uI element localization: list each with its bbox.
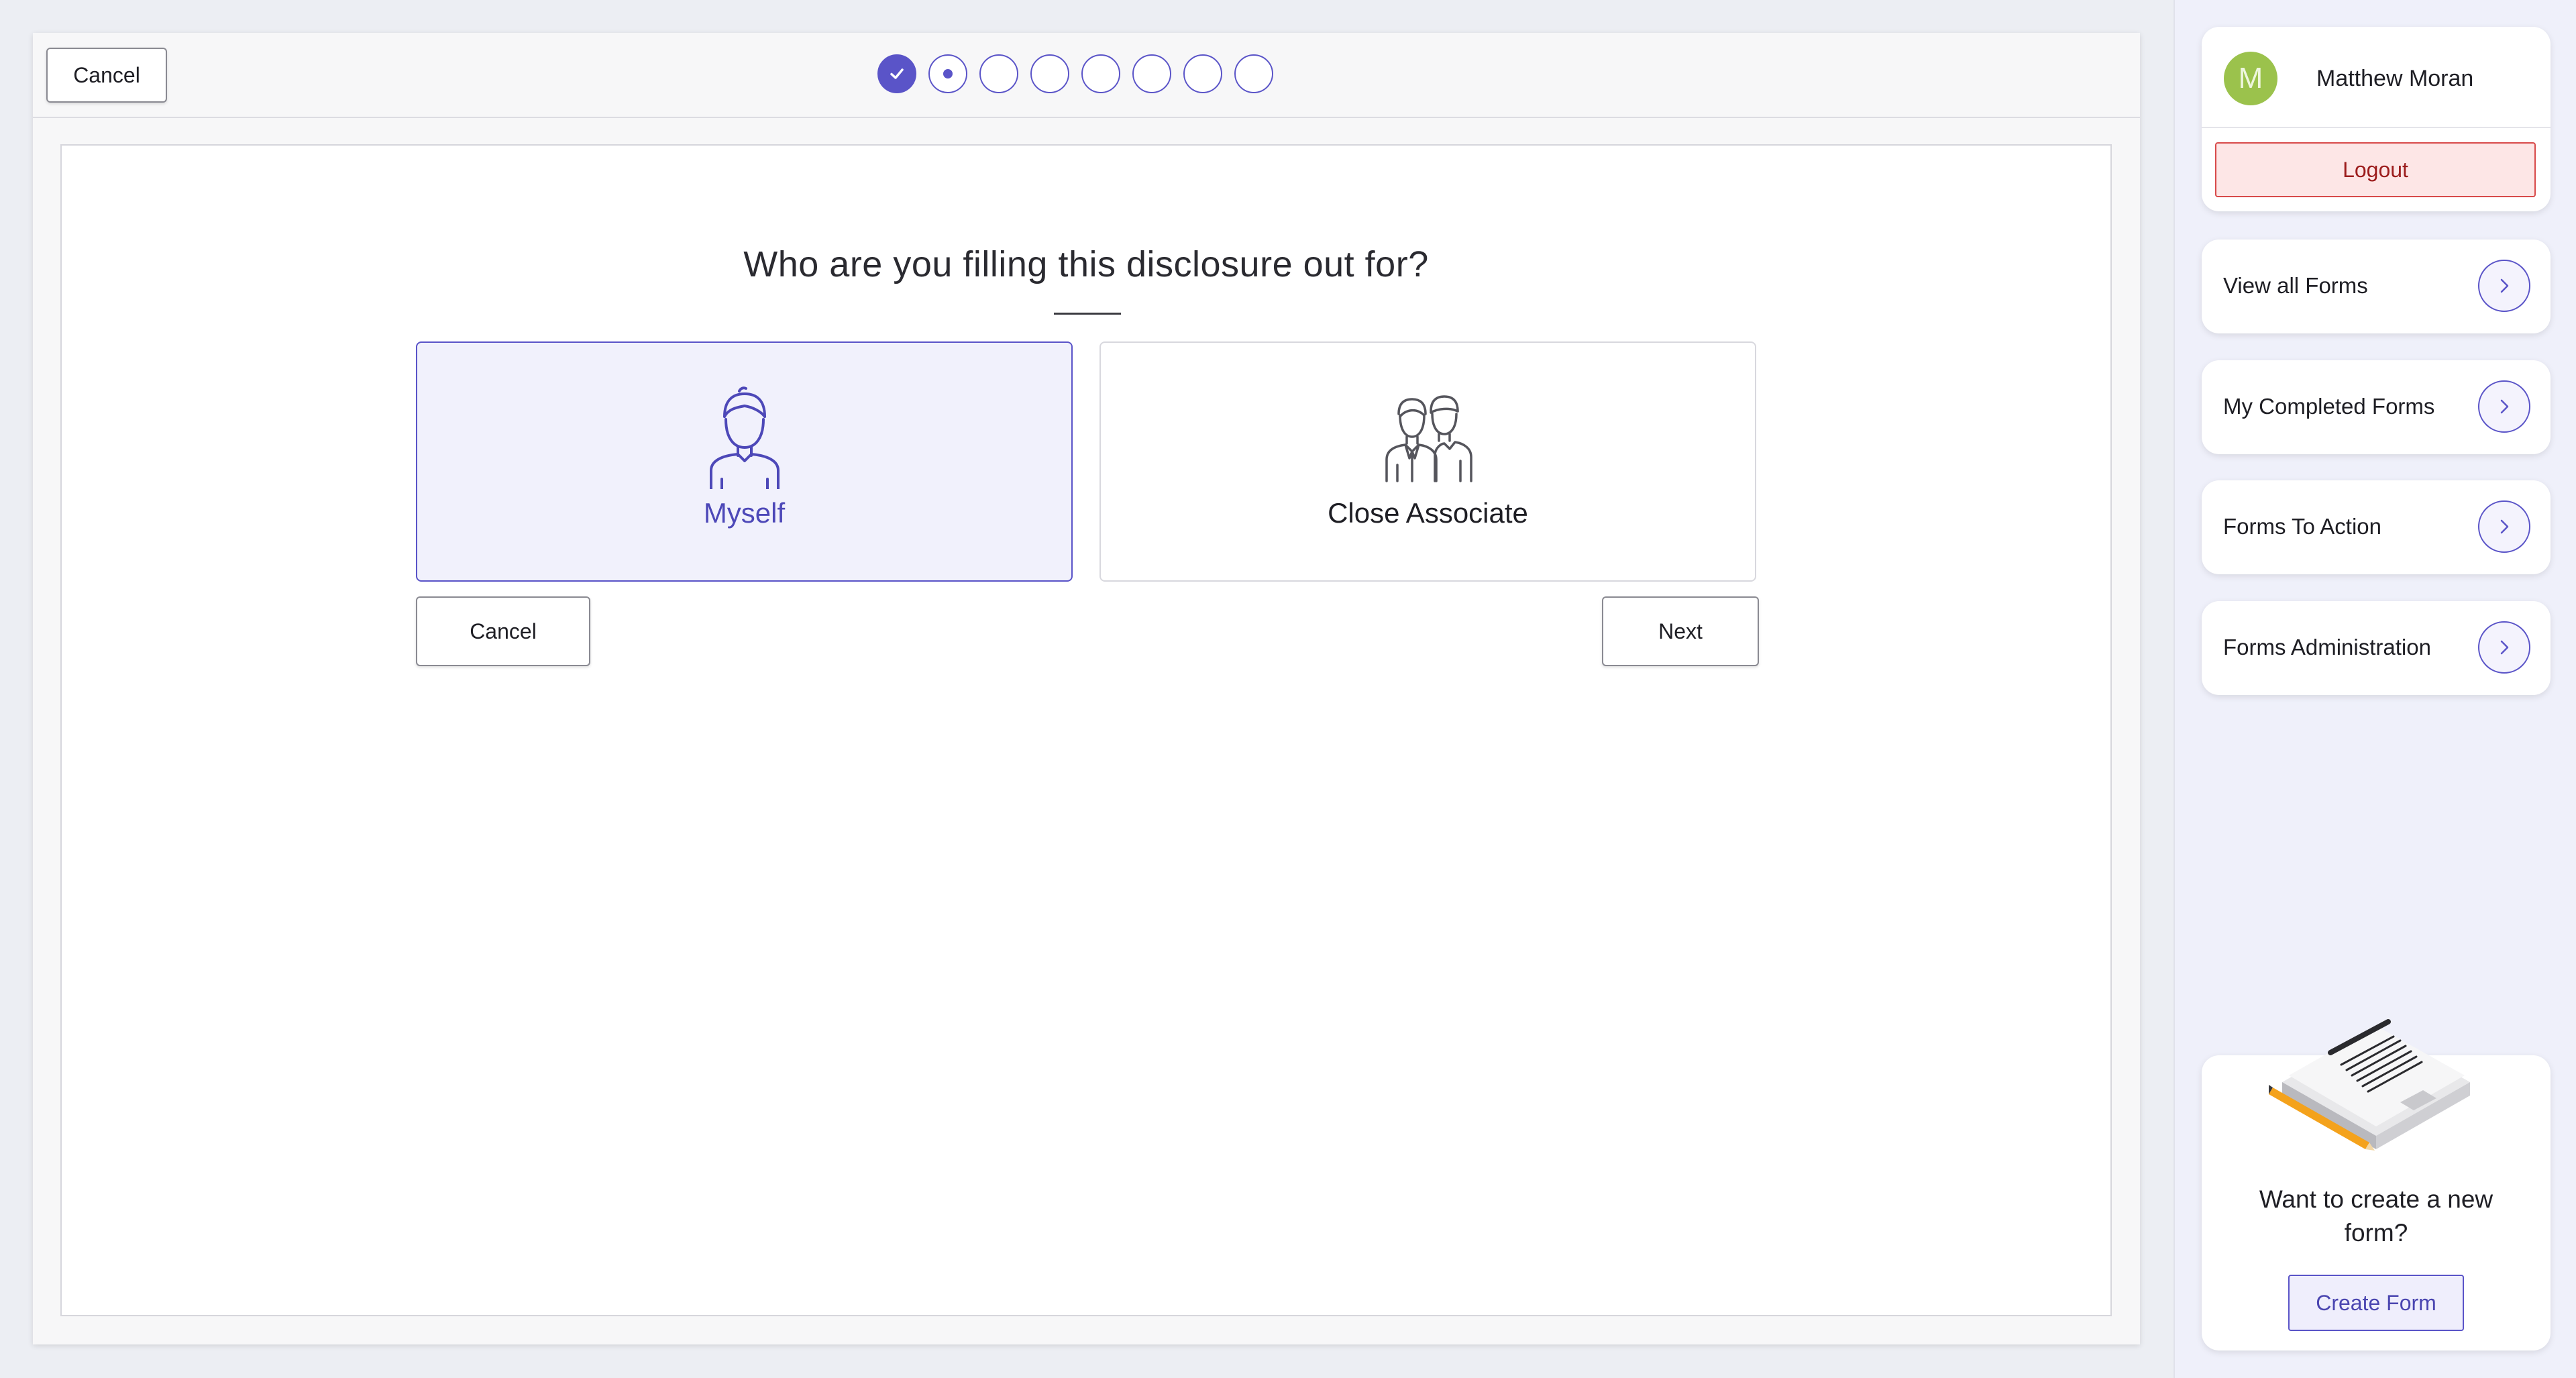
nav-label: View all Forms [2223,273,2368,298]
heading-underline [1054,313,1121,315]
option-myself-label: Myself [703,497,786,529]
two-people-icon [1385,395,1472,482]
top-cancel-button[interactable]: Cancel [46,48,167,103]
option-myself[interactable]: Myself [416,341,1073,582]
next-button[interactable]: Next [1602,596,1759,666]
chevron-right-icon[interactable] [2478,500,2530,553]
avatar[interactable]: M [2224,52,2277,105]
divider [2202,127,2551,128]
option-close-associate[interactable]: Close Associate [1099,341,1756,582]
nav-label: Forms Administration [2223,635,2431,659]
nav-label: Forms To Action [2223,514,2381,539]
nav-my-completed-forms[interactable]: My Completed Forms [2202,360,2551,454]
form-cancel-button[interactable]: Cancel [416,596,590,666]
nav-forms-administration[interactable]: Forms Administration [2202,601,2551,695]
create-form-button[interactable]: Create Form [2288,1275,2464,1331]
question-heading: Who are you filling this disclosure out … [743,244,1429,284]
user-name: Matthew Moran [2316,66,2474,91]
check-icon [890,68,904,79]
step-1-completed[interactable] [877,54,916,93]
create-form-card: Want to create a new form? Create Form [2202,1019,2551,1350]
nav-forms-to-action[interactable]: Forms To Action [2202,480,2551,574]
chevron-right-icon[interactable] [2478,260,2530,312]
form-wizard-panel: Cancel Who are you filling this disclosu… [33,33,2140,1344]
user-card: M Matthew Moran Logout [2202,27,2551,211]
step-8[interactable] [1234,54,1273,93]
right-sidebar: M Matthew Moran Logout View all Forms My… [2174,0,2576,1378]
step-7[interactable] [1183,54,1222,93]
step-6[interactable] [1132,54,1171,93]
person-icon [709,386,780,489]
chevron-right-icon[interactable] [2478,380,2530,433]
step-3[interactable] [979,54,1018,93]
nav-view-all-forms[interactable]: View all Forms [2202,240,2551,333]
option-close-associate-label: Close Associate [1328,497,1528,529]
nav-label: My Completed Forms [2223,394,2435,419]
create-form-prompt: Want to create a new form? [2259,1185,2493,1247]
logout-button[interactable]: Logout [2215,142,2536,197]
form-content: Who are you filling this disclosure out … [60,144,2112,1316]
progress-stepper [877,54,1273,96]
chevron-right-icon[interactable] [2478,621,2530,674]
step-2-current[interactable] [928,54,967,93]
document-pencil-illustration [2269,1019,2470,1151]
step-5[interactable] [1081,54,1120,93]
wizard-top-bar: Cancel [33,33,2140,118]
step-4[interactable] [1030,54,1069,93]
